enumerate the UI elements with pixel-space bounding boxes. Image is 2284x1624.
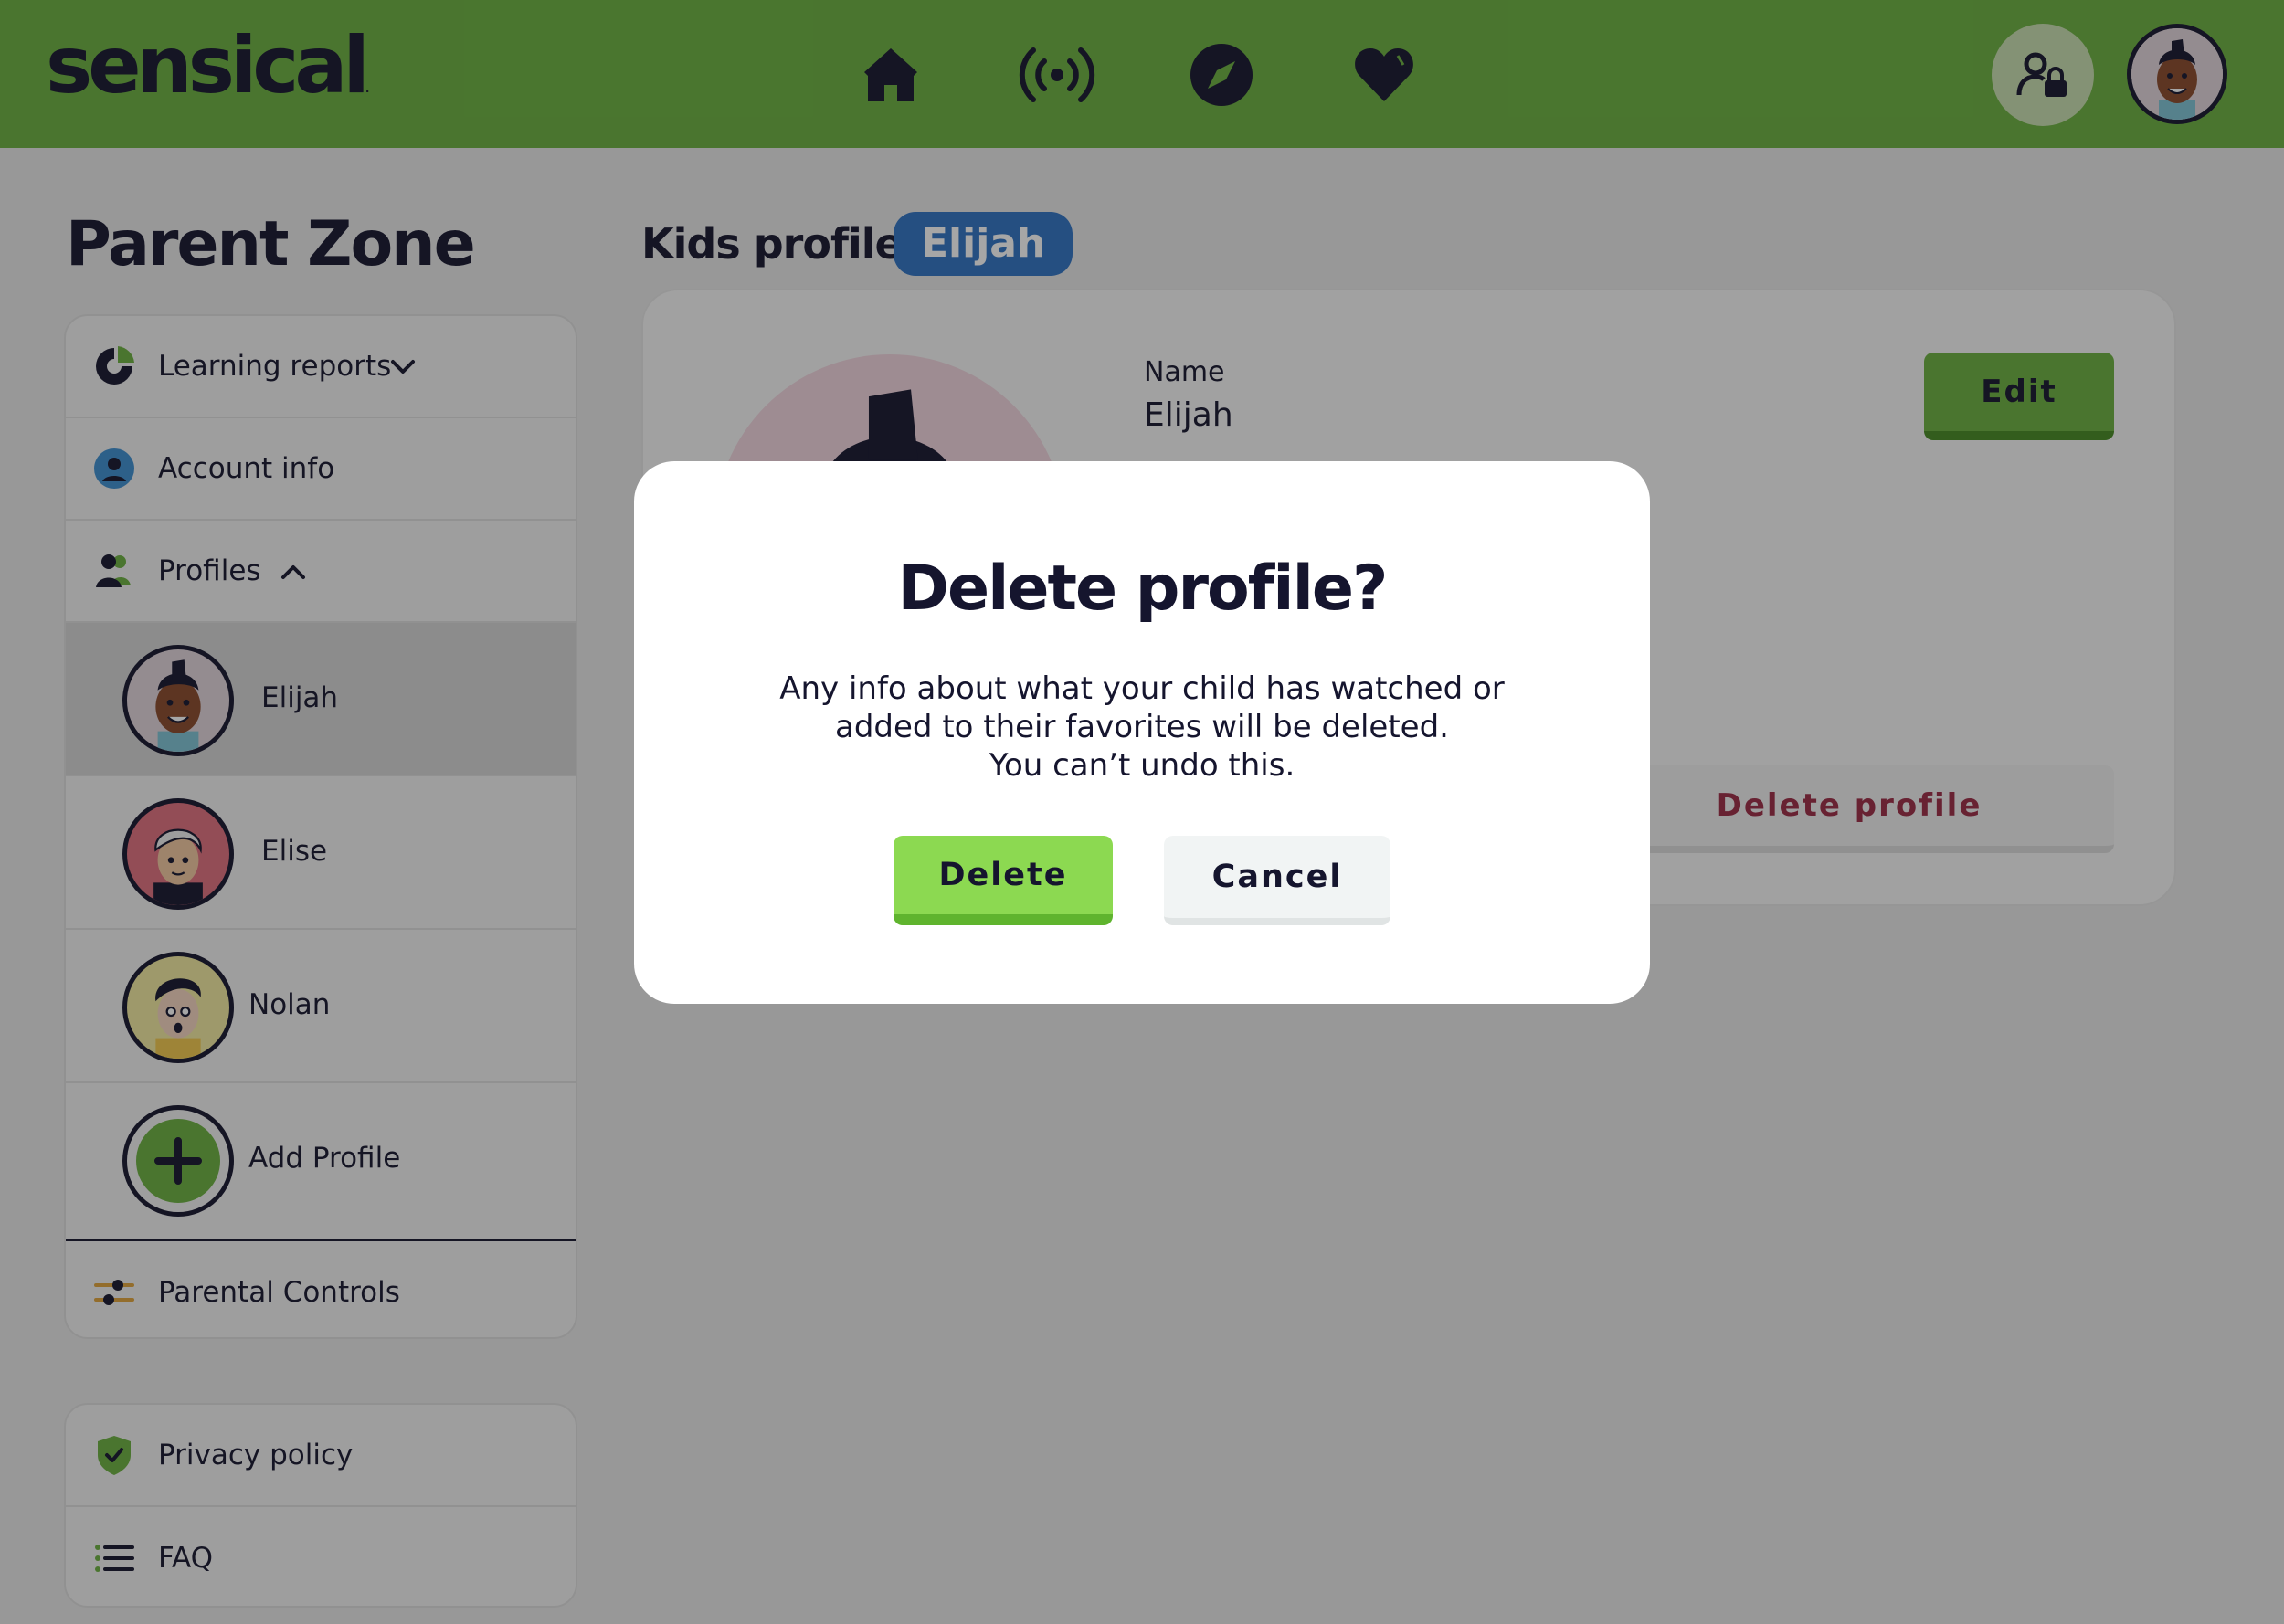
dialog-message: Any info about what your child has watch… bbox=[634, 670, 1650, 785]
dialog-title: Delete profile? bbox=[897, 553, 1389, 625]
confirm-delete-button[interactable]: Delete bbox=[894, 836, 1113, 925]
dialog-message-line: added to their favorites will be deleted… bbox=[835, 709, 1449, 745]
dialog-message-line: Any info about what your child has watch… bbox=[779, 670, 1505, 707]
cancel-button[interactable]: Cancel bbox=[1164, 836, 1390, 925]
dialog-message-line: You can’t undo this. bbox=[989, 747, 1295, 784]
delete-profile-dialog: Delete profile? Any info about what your… bbox=[634, 461, 1650, 1004]
